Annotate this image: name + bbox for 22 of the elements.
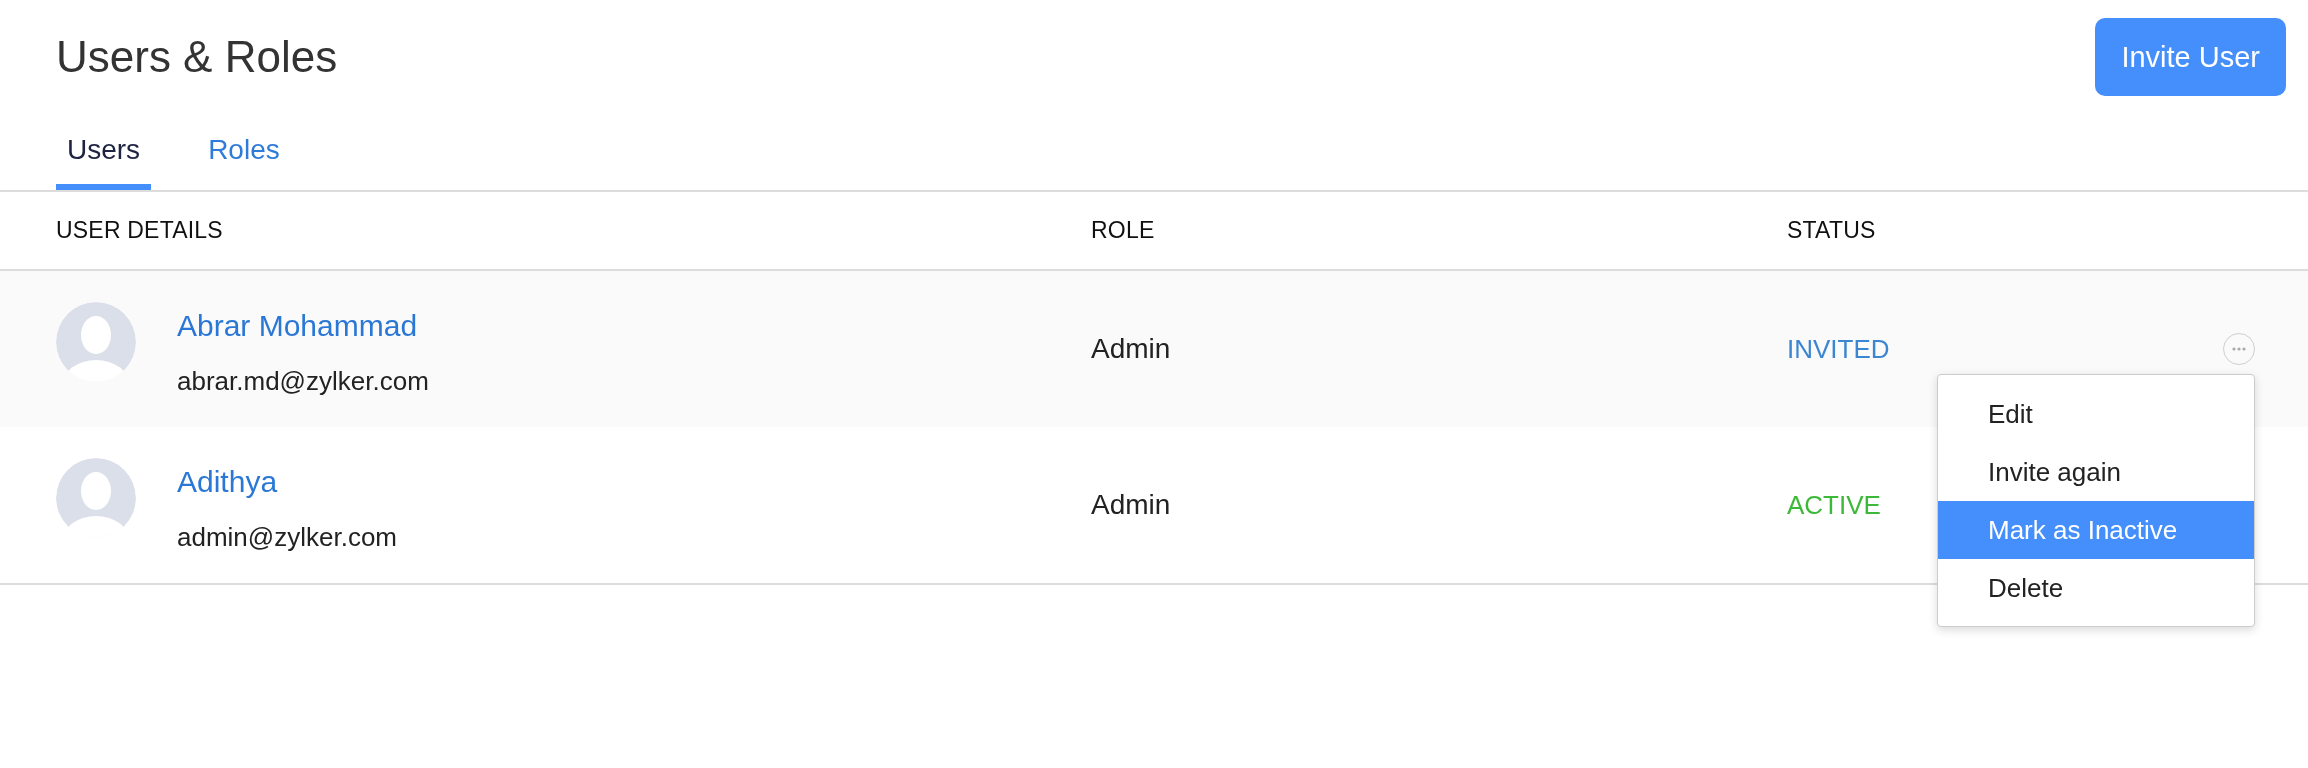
status-label: ACTIVE: [1787, 489, 1881, 521]
menu-item[interactable]: Edit: [1938, 385, 2254, 443]
invite-user-button[interactable]: Invite User: [2095, 18, 2286, 96]
menu-item[interactable]: Mark as Inactive: [1938, 501, 2254, 559]
menu-item[interactable]: Invite again: [1938, 443, 2254, 501]
avatar-icon: [56, 301, 136, 382]
page-title: Users & Roles: [56, 31, 338, 83]
column-header: STATUS: [1787, 217, 1876, 244]
column-header: ROLE: [1091, 217, 1155, 244]
role-text: Admin: [1091, 332, 1171, 366]
tab[interactable]: Roles: [197, 113, 291, 190]
user-email: admin@zylker.com: [177, 520, 397, 553]
user-name-link[interactable]: Adithya: [177, 463, 278, 500]
tab[interactable]: Users: [56, 113, 152, 190]
avatar-icon: [56, 457, 136, 538]
ellipsis-icon: [2232, 347, 2246, 351]
menu-item[interactable]: Delete: [1938, 559, 2254, 617]
user-name-link[interactable]: Abrar Mohammad: [177, 307, 418, 344]
column-header: USER DETAILS: [56, 217, 223, 244]
role-text: Admin: [1091, 488, 1171, 522]
status-label: INVITED: [1787, 333, 1890, 365]
user-email: abrar.md@zylker.com: [177, 364, 429, 397]
